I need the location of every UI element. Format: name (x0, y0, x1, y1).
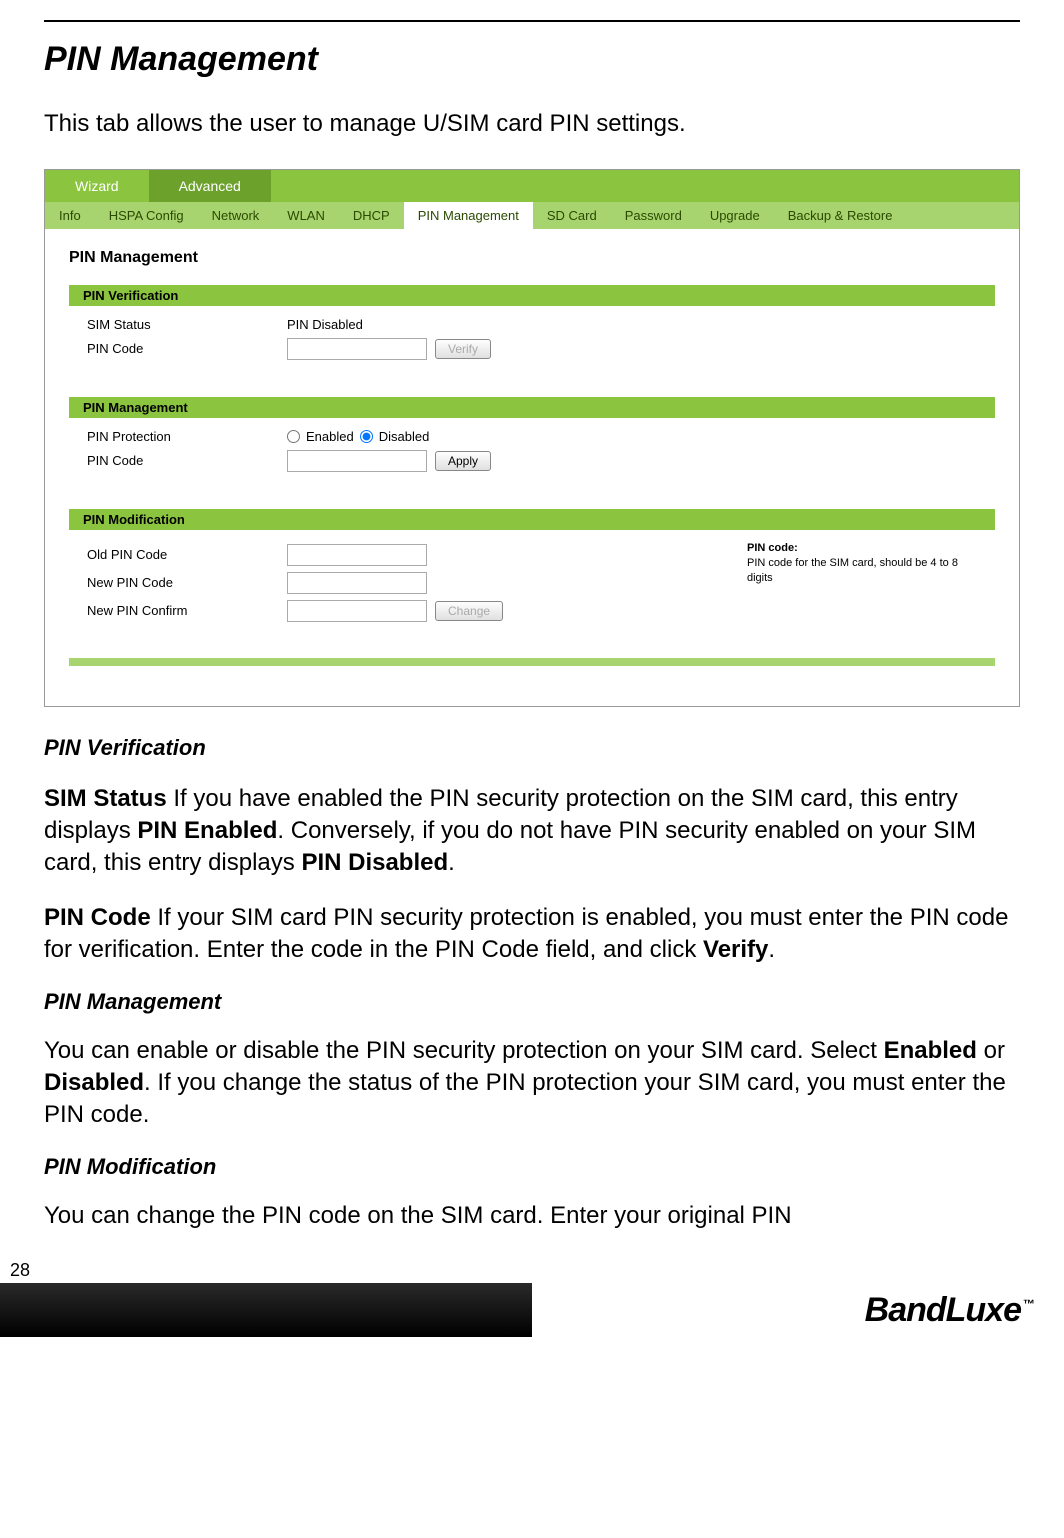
embedded-screenshot: Wizard Advanced Info HSPA Config Network… (44, 169, 1020, 707)
apply-button[interactable]: Apply (435, 451, 491, 471)
confirm-pin-input[interactable] (287, 600, 427, 622)
radio-disabled[interactable] (360, 430, 373, 443)
para-management: You can enable or disable the PIN securi… (44, 1035, 1020, 1132)
label-pin-code-verify: PIN Code (87, 341, 287, 356)
label-new-pin: New PIN Code (87, 575, 287, 590)
subtab-info[interactable]: Info (45, 202, 95, 229)
verify-button[interactable]: Verify (435, 339, 491, 359)
panel-title: PIN Management (69, 249, 995, 267)
pin-hint-title: PIN code: (747, 541, 977, 556)
label-old-pin: Old PIN Code (87, 547, 287, 562)
old-pin-input[interactable] (287, 544, 427, 566)
bold-pin-code: PIN Code (44, 904, 151, 931)
text-management-1: You can enable or disable the PIN securi… (44, 1037, 884, 1064)
bold-pin-enabled: PIN Enabled (137, 817, 277, 844)
change-button[interactable]: Change (435, 601, 503, 621)
subtab-network[interactable]: Network (198, 202, 274, 229)
value-sim-status: PIN Disabled (287, 317, 363, 332)
para-modification: You can change the PIN code on the SIM c… (44, 1200, 1020, 1232)
radio-enabled[interactable] (287, 430, 300, 443)
para-sim-status: SIM Status If you have enabled the PIN s… (44, 783, 1020, 880)
text-sim-status-3: . (448, 849, 455, 876)
secondary-tabs: Info HSPA Config Network WLAN DHCP PIN M… (45, 202, 1019, 229)
pin-hint-text: PIN code for the SIM card, should be 4 t… (747, 556, 977, 587)
subtab-dhcp[interactable]: DHCP (339, 202, 404, 229)
subtab-backup-restore[interactable]: Backup & Restore (774, 202, 907, 229)
label-pin-protection: PIN Protection (87, 429, 287, 444)
bold-sim-status: SIM Status (44, 785, 167, 812)
bold-verify: Verify (703, 936, 768, 963)
subtab-sd-card[interactable]: SD Card (533, 202, 611, 229)
pin-code-manage-input[interactable] (287, 450, 427, 472)
pin-hint: PIN code: PIN code for the SIM card, sho… (747, 541, 977, 587)
subtab-password[interactable]: Password (611, 202, 696, 229)
bold-disabled: Disabled (44, 1069, 144, 1096)
heading-pin-verification: PIN Verification (44, 735, 1020, 761)
footer-bar: BandLuxe™ (0, 1283, 1064, 1337)
text-management-3: . If you change the status of the PIN pr… (44, 1069, 1006, 1128)
section-header-verification: PIN Verification (69, 285, 995, 306)
section-header-modification: PIN Modification (69, 509, 995, 530)
label-confirm-pin: New PIN Confirm (87, 603, 287, 618)
label-sim-status: SIM Status (87, 317, 287, 332)
pin-code-verify-input[interactable] (287, 338, 427, 360)
bold-enabled: Enabled (884, 1037, 977, 1064)
subtab-upgrade[interactable]: Upgrade (696, 202, 774, 229)
panel-footer-bar (69, 658, 995, 666)
text-management-2: or (977, 1037, 1005, 1064)
para-pin-code: PIN Code If your SIM card PIN security p… (44, 902, 1020, 967)
text-pin-code-2: . (768, 936, 775, 963)
brand-logo: BandLuxe™ (865, 1291, 1034, 1330)
primary-tabs: Wizard Advanced (45, 170, 1019, 202)
text-pin-code-1: If your SIM card PIN security protection… (44, 904, 1008, 963)
tab-wizard[interactable]: Wizard (45, 170, 149, 202)
label-pin-code-manage: PIN Code (87, 453, 287, 468)
new-pin-input[interactable] (287, 572, 427, 594)
subtab-hspa-config[interactable]: HSPA Config (95, 202, 198, 229)
page-title: PIN Management (44, 40, 1020, 79)
heading-pin-modification-doc: PIN Modification (44, 1154, 1020, 1180)
bold-pin-disabled: PIN Disabled (301, 849, 448, 876)
tab-advanced[interactable]: Advanced (149, 170, 271, 202)
section-header-management: PIN Management (69, 397, 995, 418)
settings-panel: PIN Management PIN Verification SIM Stat… (45, 229, 1019, 706)
radio-disabled-label: Disabled (379, 429, 430, 444)
intro-paragraph: This tab allows the user to manage U/SIM… (44, 107, 1020, 141)
footer-dark-strip (0, 1283, 532, 1337)
heading-pin-management-doc: PIN Management (44, 989, 1020, 1015)
footer-logo-area: BandLuxe™ (532, 1283, 1064, 1337)
brand-logo-text: BandLuxe (865, 1291, 1021, 1329)
radio-enabled-label: Enabled (306, 429, 354, 444)
trademark-symbol: ™ (1023, 1297, 1034, 1311)
page-number: 28 (0, 1254, 1064, 1281)
subtab-pin-management[interactable]: PIN Management (404, 202, 533, 229)
subtab-wlan[interactable]: WLAN (273, 202, 339, 229)
horizontal-rule (44, 20, 1020, 22)
